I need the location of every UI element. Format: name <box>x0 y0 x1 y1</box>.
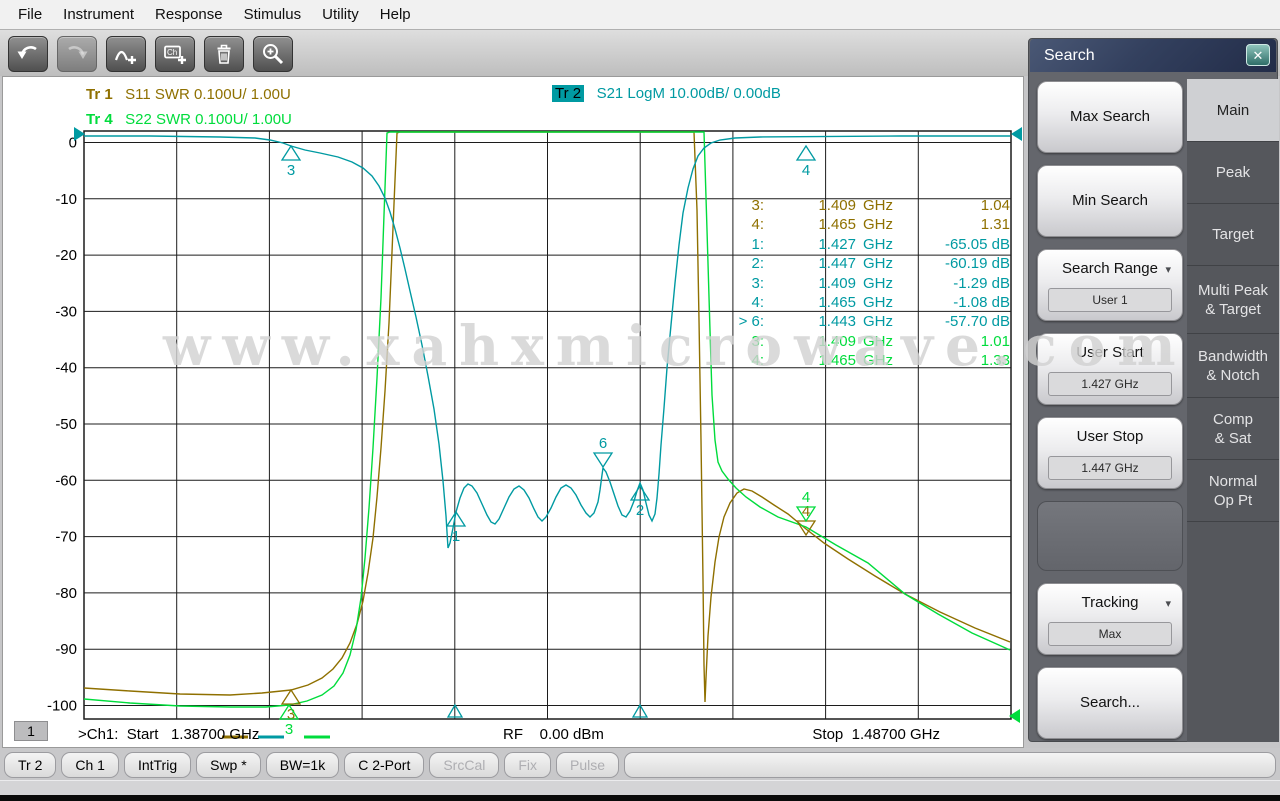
zoom-in-button[interactable] <box>253 36 293 72</box>
redo-icon <box>64 41 90 67</box>
svg-text:Ch: Ch <box>167 48 177 57</box>
button-value-field: Max <box>1048 622 1172 646</box>
button-value-field: 1.427 GHz <box>1048 372 1172 396</box>
min-search-button[interactable]: Min Search <box>1037 165 1183 237</box>
max-search-button[interactable]: Max Search <box>1037 81 1183 153</box>
delete-button[interactable] <box>204 36 244 72</box>
button-label: Min Search <box>1038 166 1182 236</box>
tab-target[interactable]: Target <box>1187 203 1279 265</box>
add-channel-button[interactable]: Ch <box>155 36 195 72</box>
status-button-bw-1k[interactable]: BW=1k <box>266 752 340 778</box>
zoom-in-icon <box>260 41 286 67</box>
add-trace-icon <box>113 41 139 67</box>
trace-4-format-label: S22 SWR 0.100U/ 1.00U <box>125 111 292 128</box>
undo-button[interactable] <box>8 36 48 72</box>
menu-bar: FileInstrumentResponseStimulusUtilityHel… <box>0 0 1280 30</box>
tab-bandwidth-notch[interactable]: Bandwidth & Notch <box>1187 333 1279 397</box>
rf-power-label: RF 0.00 dBm <box>503 726 604 743</box>
add-trace-button[interactable] <box>106 36 146 72</box>
button-value-field: 1.447 GHz <box>1048 456 1172 480</box>
status-button-fix: Fix <box>504 752 551 778</box>
marker-readout-row: 4:1.465GHz1.33 <box>718 351 1010 370</box>
status-button-tr-2[interactable]: Tr 2 <box>4 752 56 778</box>
status-bar: Tr 2Ch 1IntTrigSwp *BW=1kC 2-PortSrcCalF… <box>4 752 1276 778</box>
marker-readout-row: 3:1.409GHz-1.29 dB <box>718 274 1010 293</box>
button-value-field: User 1 <box>1048 288 1172 312</box>
status-button-swp[interactable]: Swp * <box>196 752 261 778</box>
tab-main[interactable]: Main <box>1187 79 1279 141</box>
user-start-button[interactable]: User Start 1.427 GHz <box>1037 333 1183 405</box>
marker-readout-row: > 6:1.443GHz-57.70 dB <box>718 312 1010 331</box>
status-button-pulse: Pulse <box>556 752 619 778</box>
undo-icon <box>15 41 41 67</box>
marker-readout-row: 3:1.409GHz1.04 <box>718 196 1010 215</box>
trace-1-badge[interactable]: Tr 1 <box>86 86 113 103</box>
marker-readout-row: 4:1.465GHz-1.08 dB <box>718 293 1010 312</box>
marker-readout-row: 1:1.427GHz-65.05 dB <box>718 235 1010 254</box>
marker-readout-table: 3:1.409GHz1.044:1.465GHz1.311:1.427GHz-6… <box>718 196 1010 371</box>
menu-item-stimulus[interactable]: Stimulus <box>234 2 312 27</box>
search-panel: Search ✕ Max Search Min Search Search Rang… <box>1028 38 1278 742</box>
trace-4-badge[interactable]: Tr 4 <box>86 111 113 128</box>
menu-item-utility[interactable]: Utility <box>312 2 369 27</box>
trace-2-legend[interactable]: Tr 2 S21 LogM 10.00dB/ 0.00dB <box>552 85 781 103</box>
delete-icon <box>211 41 237 67</box>
trace-1-legend[interactable]: Tr 1 S11 SWR 0.100U/ 1.00U <box>86 86 291 104</box>
trace-2-format-label: S21 LogM 10.00dB/ 0.00dB <box>597 85 781 102</box>
chevron-down-icon: ▾ <box>1165 597 1171 610</box>
tab-column-filler <box>1187 521 1279 742</box>
button-label: User Stop <box>1038 427 1182 447</box>
close-icon[interactable]: ✕ <box>1246 44 1270 66</box>
status-button-inttrig[interactable]: IntTrig <box>124 752 191 778</box>
stimulus-stop-label: Stop 1.48700 GHz <box>800 726 940 743</box>
user-stop-button[interactable]: User Stop 1.447 GHz <box>1037 417 1183 489</box>
button-label: User Start <box>1038 343 1182 363</box>
search-range-button[interactable]: Search Range▾ User 1 <box>1037 249 1183 321</box>
stimulus-start-label: >Ch1: Start 1.38700 GHz <box>78 726 259 743</box>
trace-1-format-label: S11 SWR 0.100U/ 1.00U <box>125 86 291 103</box>
status-button-c-2-port[interactable]: C 2-Port <box>344 752 424 778</box>
menu-item-file[interactable]: File <box>8 2 52 27</box>
status-button-ch-1[interactable]: Ch 1 <box>61 752 119 778</box>
button-label: Search... <box>1038 668 1182 738</box>
message-strip <box>0 780 1280 795</box>
status-button-empty <box>624 752 1276 778</box>
tab-multi-peak-target[interactable]: Multi Peak & Target <box>1187 265 1279 333</box>
redo-button <box>57 36 97 72</box>
button-label: Max Search <box>1038 82 1182 152</box>
search-button[interactable]: Search... <box>1037 667 1183 739</box>
status-button-srccal: SrcCal <box>429 752 499 778</box>
search-panel-title: Search <box>1030 39 1276 72</box>
menu-item-instrument[interactable]: Instrument <box>53 2 144 27</box>
blank-slot <box>1037 501 1183 571</box>
channel-number-badge[interactable]: 1 <box>14 721 48 741</box>
menu-item-response[interactable]: Response <box>145 2 233 27</box>
tracking-button[interactable]: Tracking▾ Max <box>1037 583 1183 655</box>
add-channel-icon: Ch <box>162 41 188 67</box>
menu-item-help[interactable]: Help <box>370 2 421 27</box>
chevron-down-icon: ▾ <box>1165 263 1171 276</box>
marker-readout-row: 2:1.447GHz-60.19 dB <box>718 254 1010 273</box>
window-bottom-edge <box>0 795 1280 801</box>
marker-readout-row: 3:1.409GHz1.01 <box>718 332 1010 351</box>
tab-normal-op-pt[interactable]: Normal Op Pt <box>1187 459 1279 521</box>
button-label: Search Range <box>1038 259 1182 279</box>
chart-area <box>2 76 1024 748</box>
trace-2-badge[interactable]: Tr 2 <box>552 85 584 102</box>
button-label: Tracking <box>1038 593 1182 613</box>
tab-comp-sat[interactable]: Comp & Sat <box>1187 397 1279 459</box>
vna-application-window: FileInstrumentResponseStimulusUtilityHel… <box>0 0 1280 801</box>
marker-readout-row: 4:1.465GHz1.31 <box>718 215 1010 234</box>
tab-peak[interactable]: Peak <box>1187 141 1279 203</box>
trace-4-legend[interactable]: Tr 4 S22 SWR 0.100U/ 1.00U <box>86 111 292 129</box>
